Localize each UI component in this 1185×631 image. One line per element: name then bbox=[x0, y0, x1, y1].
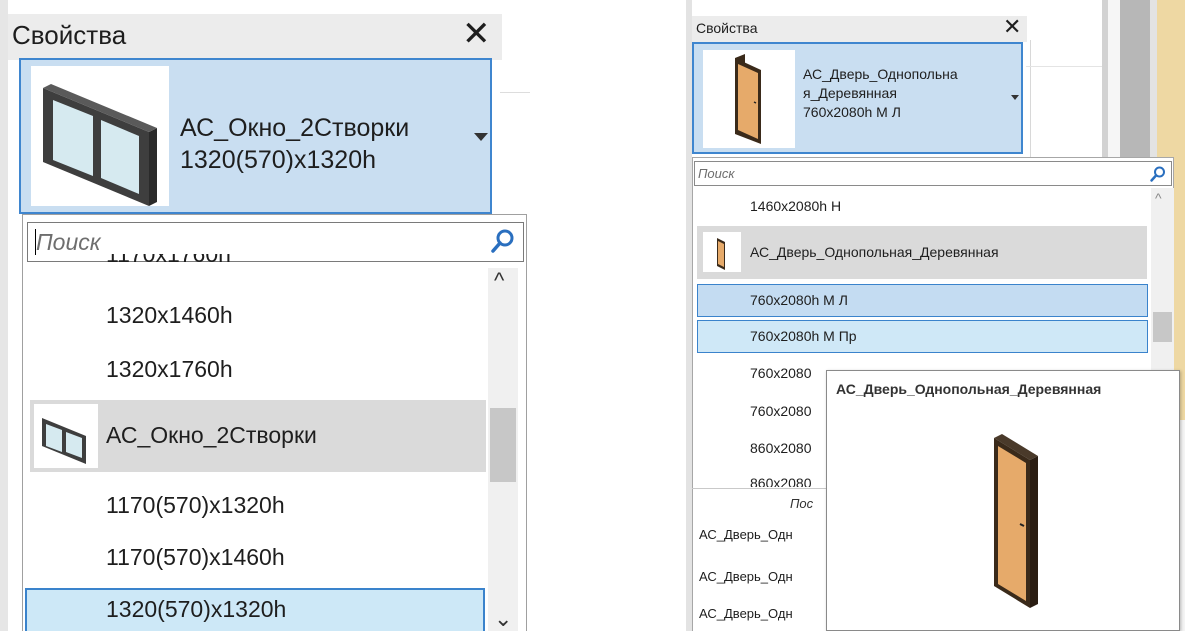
list-item[interactable]: 1460x2080h Н bbox=[750, 198, 841, 214]
tooltip-title: АС_Дверь_Однопольная_Деревянная bbox=[836, 381, 1102, 397]
family-group-label: АС_Окно_2Створки bbox=[106, 422, 317, 448]
search-placeholder: Поиск bbox=[36, 229, 101, 255]
search-placeholder: Поиск bbox=[698, 166, 735, 181]
list-item[interactable]: 760x2080 bbox=[750, 365, 812, 381]
window-icon bbox=[34, 404, 98, 468]
close-icon[interactable]: ✕ bbox=[1003, 16, 1021, 38]
search-input[interactable]: Поиск bbox=[27, 222, 524, 262]
list-item[interactable]: 1170(570)x1320h bbox=[106, 492, 285, 519]
recent-item[interactable]: АС_Дверь_Одн bbox=[699, 569, 793, 584]
scroll-up-icon[interactable]: ^ bbox=[1155, 190, 1162, 206]
list-item[interactable]: 760x2080 bbox=[750, 403, 812, 419]
close-icon[interactable]: ✕ bbox=[462, 17, 491, 51]
recent-item[interactable]: АС_Дверь_Одн bbox=[699, 527, 793, 542]
list-item[interactable]: 1170(570)x1460h bbox=[106, 544, 285, 571]
background-divider bbox=[500, 92, 530, 93]
dropdown-caret-icon[interactable] bbox=[474, 133, 488, 141]
type-preview-door-icon bbox=[703, 50, 795, 148]
list-item[interactable]: 1320x1760h bbox=[106, 356, 233, 383]
list-item-selected-label: 1320(570)x1320h bbox=[106, 596, 287, 622]
selected-type-line: АС_Дверь_Однопольна bbox=[803, 66, 958, 82]
scroll-down-icon[interactable]: ⌄ bbox=[494, 608, 512, 630]
recent-item[interactable]: АС_Дверь_Одн bbox=[699, 606, 793, 621]
background-divider bbox=[1026, 66, 1102, 67]
list-item[interactable]: 860x2080 bbox=[750, 440, 812, 456]
family-group-label: АС_Дверь_Однопольная_Деревянная bbox=[750, 244, 999, 260]
search-icon[interactable] bbox=[1149, 165, 1167, 188]
list-item[interactable]: 1320x1460h bbox=[106, 302, 233, 329]
list-item-hovered-label: 760x2080h М Пр bbox=[750, 328, 857, 344]
panel-left-edge bbox=[0, 0, 8, 631]
type-preview-window-icon bbox=[31, 66, 169, 206]
list-item-partial[interactable]: 860x2080 bbox=[750, 473, 812, 487]
scroll-up-icon[interactable]: ^ bbox=[494, 270, 504, 292]
panel-title: Свойства bbox=[696, 20, 758, 36]
selected-type-name: АС_Дверь_Однопольна я_Деревянная 760x208… bbox=[803, 65, 958, 122]
list-item-label: 1170x1760h bbox=[106, 254, 231, 267]
selected-type-line: я_Деревянная bbox=[803, 85, 897, 101]
window-icon bbox=[43, 84, 157, 206]
door-icon bbox=[976, 426, 1056, 616]
properties-panel-window: Свойства ✕ АС_Окно_2Створки 1320(570)x13… bbox=[0, 0, 560, 631]
recent-section-label: Пос bbox=[790, 496, 814, 511]
scrollbar-thumb[interactable] bbox=[490, 408, 516, 482]
search-icon[interactable] bbox=[489, 227, 517, 260]
selected-type: 1320(570)x1320h bbox=[180, 146, 376, 174]
scrollbar-thumb[interactable] bbox=[1153, 312, 1172, 342]
panel-title: Свойства bbox=[12, 20, 127, 50]
selected-type-line: 760x2080h М Л bbox=[803, 104, 901, 120]
selected-type-name: АС_Окно_2Створки 1320(570)x1320h bbox=[180, 112, 409, 176]
list-item-selected-label: 760x2080h М Л bbox=[750, 292, 848, 308]
list-item-partial[interactable]: 1170x1760h bbox=[106, 254, 231, 268]
selected-family: АС_Окно_2Створки bbox=[180, 114, 410, 142]
search-input[interactable]: Поиск bbox=[694, 161, 1172, 186]
door-icon bbox=[735, 54, 761, 144]
door-icon bbox=[703, 232, 741, 272]
background-divider bbox=[1030, 40, 1031, 166]
dropdown-caret-icon[interactable] bbox=[1011, 95, 1019, 100]
